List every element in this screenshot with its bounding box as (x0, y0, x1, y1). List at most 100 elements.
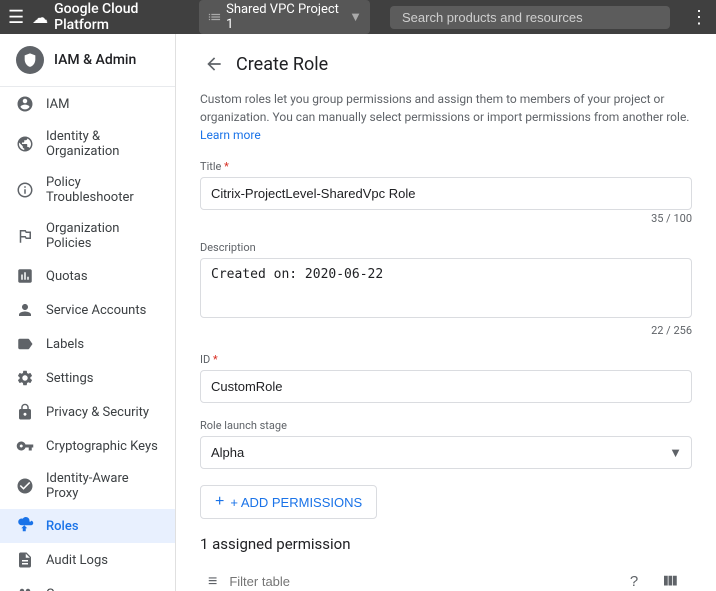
id-input[interactable] (200, 370, 692, 403)
sidebar-item-label: Identity & Organization (46, 129, 159, 159)
sidebar-item-quotas[interactable]: Quotas (0, 259, 175, 293)
project-icon (207, 9, 222, 25)
page-description: Custom roles let you group permissions a… (200, 90, 692, 144)
sidebar-item-label: Labels (46, 337, 84, 352)
back-button[interactable] (200, 50, 228, 78)
menu-icon[interactable]: ☰ (8, 7, 24, 28)
roles-icon (16, 517, 34, 535)
sidebar-item-audit-logs[interactable]: Audit Logs (0, 543, 175, 577)
description-text: Custom roles let you group permissions a… (200, 92, 689, 124)
project-name: Shared VPC Project 1 (226, 2, 341, 32)
topbar: ☰ ☁ Google Cloud Platform Shared VPC Pro… (0, 0, 716, 34)
sidebar-item-label: IAM (46, 97, 69, 112)
filter-input[interactable] (225, 570, 612, 591)
more-options-icon[interactable]: ⋮ (690, 7, 708, 28)
sidebar-item-label: Quotas (46, 269, 88, 284)
title-field: Title * 35 / 100 (200, 160, 692, 225)
service-accounts-icon (16, 301, 34, 319)
identity-proxy-icon (16, 477, 34, 495)
identity-org-icon (16, 135, 34, 153)
policy-icon (16, 181, 34, 199)
launch-stage-select-wrap: Alpha Beta General Availability Disabled… (200, 436, 692, 469)
search-input[interactable] (390, 6, 670, 29)
id-field: ID * (200, 353, 692, 403)
add-permissions-label: + ADD PERMISSIONS (230, 495, 362, 510)
table-toolbar: ≡ ? (200, 563, 692, 591)
sidebar-item-identity-proxy[interactable]: Identity-Aware Proxy (0, 463, 175, 509)
sidebar-item-policy-troubleshooter[interactable]: Policy Troubleshooter (0, 167, 175, 213)
permissions-section: 1 assigned permission ≡ ? (200, 535, 692, 591)
permissions-title: 1 assigned permission (200, 535, 692, 553)
add-permissions-button[interactable]: + + ADD PERMISSIONS (200, 485, 377, 519)
sidebar-item-settings[interactable]: Settings (0, 361, 175, 395)
title-required: * (221, 160, 228, 173)
launch-stage-select[interactable]: Alpha Beta General Availability Disabled (200, 436, 692, 469)
title-char-count: 35 / 100 (200, 212, 692, 225)
cloud-icon: ☁ (32, 8, 48, 27)
sidebar-header-text: IAM & Admin (54, 52, 136, 68)
description-input[interactable]: Created on: 2020-06-22 (200, 258, 692, 318)
id-required: * (210, 353, 217, 366)
labels-icon (16, 335, 34, 353)
id-label: ID * (200, 353, 692, 366)
privacy-icon (16, 403, 34, 421)
sidebar-item-roles[interactable]: Roles (0, 509, 175, 543)
sidebar-item-labels[interactable]: Labels (0, 327, 175, 361)
content-area: Create Role Custom roles let you group p… (176, 34, 716, 591)
page-header: Create Role (200, 50, 692, 78)
content-inner: Create Role Custom roles let you group p… (176, 34, 716, 591)
description-label: Description (200, 241, 692, 254)
sidebar-item-label: Cryptographic Keys (46, 439, 158, 454)
quotas-icon (16, 267, 34, 285)
sidebar-item-identity-org[interactable]: Identity & Organization (0, 121, 175, 167)
launch-stage-label: Role launch stage (200, 419, 692, 432)
shield-icon (22, 52, 38, 68)
sidebar-item-privacy-security[interactable]: Privacy & Security (0, 395, 175, 429)
help-button[interactable]: ? (620, 567, 648, 591)
app-name: Google Cloud Platform (54, 1, 187, 33)
crypto-keys-icon (16, 437, 34, 455)
sidebar-item-label: Groups (46, 587, 88, 591)
audit-logs-icon (16, 551, 34, 569)
learn-more-link[interactable]: Learn more (200, 128, 261, 142)
description-char-count: 22 / 256 (200, 324, 692, 337)
app-logo: ☁ Google Cloud Platform (32, 1, 187, 33)
columns-icon (661, 572, 679, 590)
settings-icon (16, 369, 34, 387)
page-title: Create Role (236, 54, 328, 75)
iam-icon (16, 95, 34, 113)
search-icon (390, 11, 670, 26)
project-dropdown-arrow: ▼ (349, 9, 362, 25)
sidebar-item-label: Audit Logs (46, 553, 108, 568)
search-bar (390, 6, 670, 29)
sidebar-header-icon (16, 46, 44, 74)
sidebar-item-groups[interactable]: Groups (0, 577, 175, 591)
sidebar-item-iam[interactable]: IAM (0, 87, 175, 121)
sidebar-item-label: Roles (46, 519, 79, 534)
sidebar-item-label: Policy Troubleshooter (46, 175, 159, 205)
columns-button[interactable] (656, 567, 684, 591)
sidebar-item-label: Privacy & Security (46, 405, 149, 420)
launch-stage-field: Role launch stage Alpha Beta General Ava… (200, 419, 692, 469)
sidebar-header: IAM & Admin (0, 34, 175, 87)
sidebar-item-label: Organization Policies (46, 221, 159, 251)
groups-icon (16, 585, 34, 591)
sidebar-item-cryptographic-keys[interactable]: Cryptographic Keys (0, 429, 175, 463)
back-arrow-icon (204, 54, 224, 74)
table-toolbar-icons: ? (620, 567, 684, 591)
sidebar-item-org-policies[interactable]: Organization Policies (0, 213, 175, 259)
sidebar-item-label: Service Accounts (46, 303, 146, 318)
filter-icon: ≡ (208, 571, 217, 591)
sidebar-item-label: Settings (46, 371, 93, 386)
project-selector[interactable]: Shared VPC Project 1 ▼ (199, 0, 370, 34)
plus-icon: + (215, 493, 224, 511)
sidebar-item-service-accounts[interactable]: Service Accounts (0, 293, 175, 327)
org-policies-icon (16, 227, 34, 245)
title-label: Title * (200, 160, 692, 173)
topbar-right: ⋮ (690, 7, 708, 28)
sidebar: IAM & Admin IAM Identity & Organization … (0, 34, 176, 591)
main-layout: IAM & Admin IAM Identity & Organization … (0, 34, 716, 591)
sidebar-item-label: Identity-Aware Proxy (46, 471, 159, 501)
description-field: Description Created on: 2020-06-22 22 / … (200, 241, 692, 337)
title-input[interactable] (200, 177, 692, 210)
